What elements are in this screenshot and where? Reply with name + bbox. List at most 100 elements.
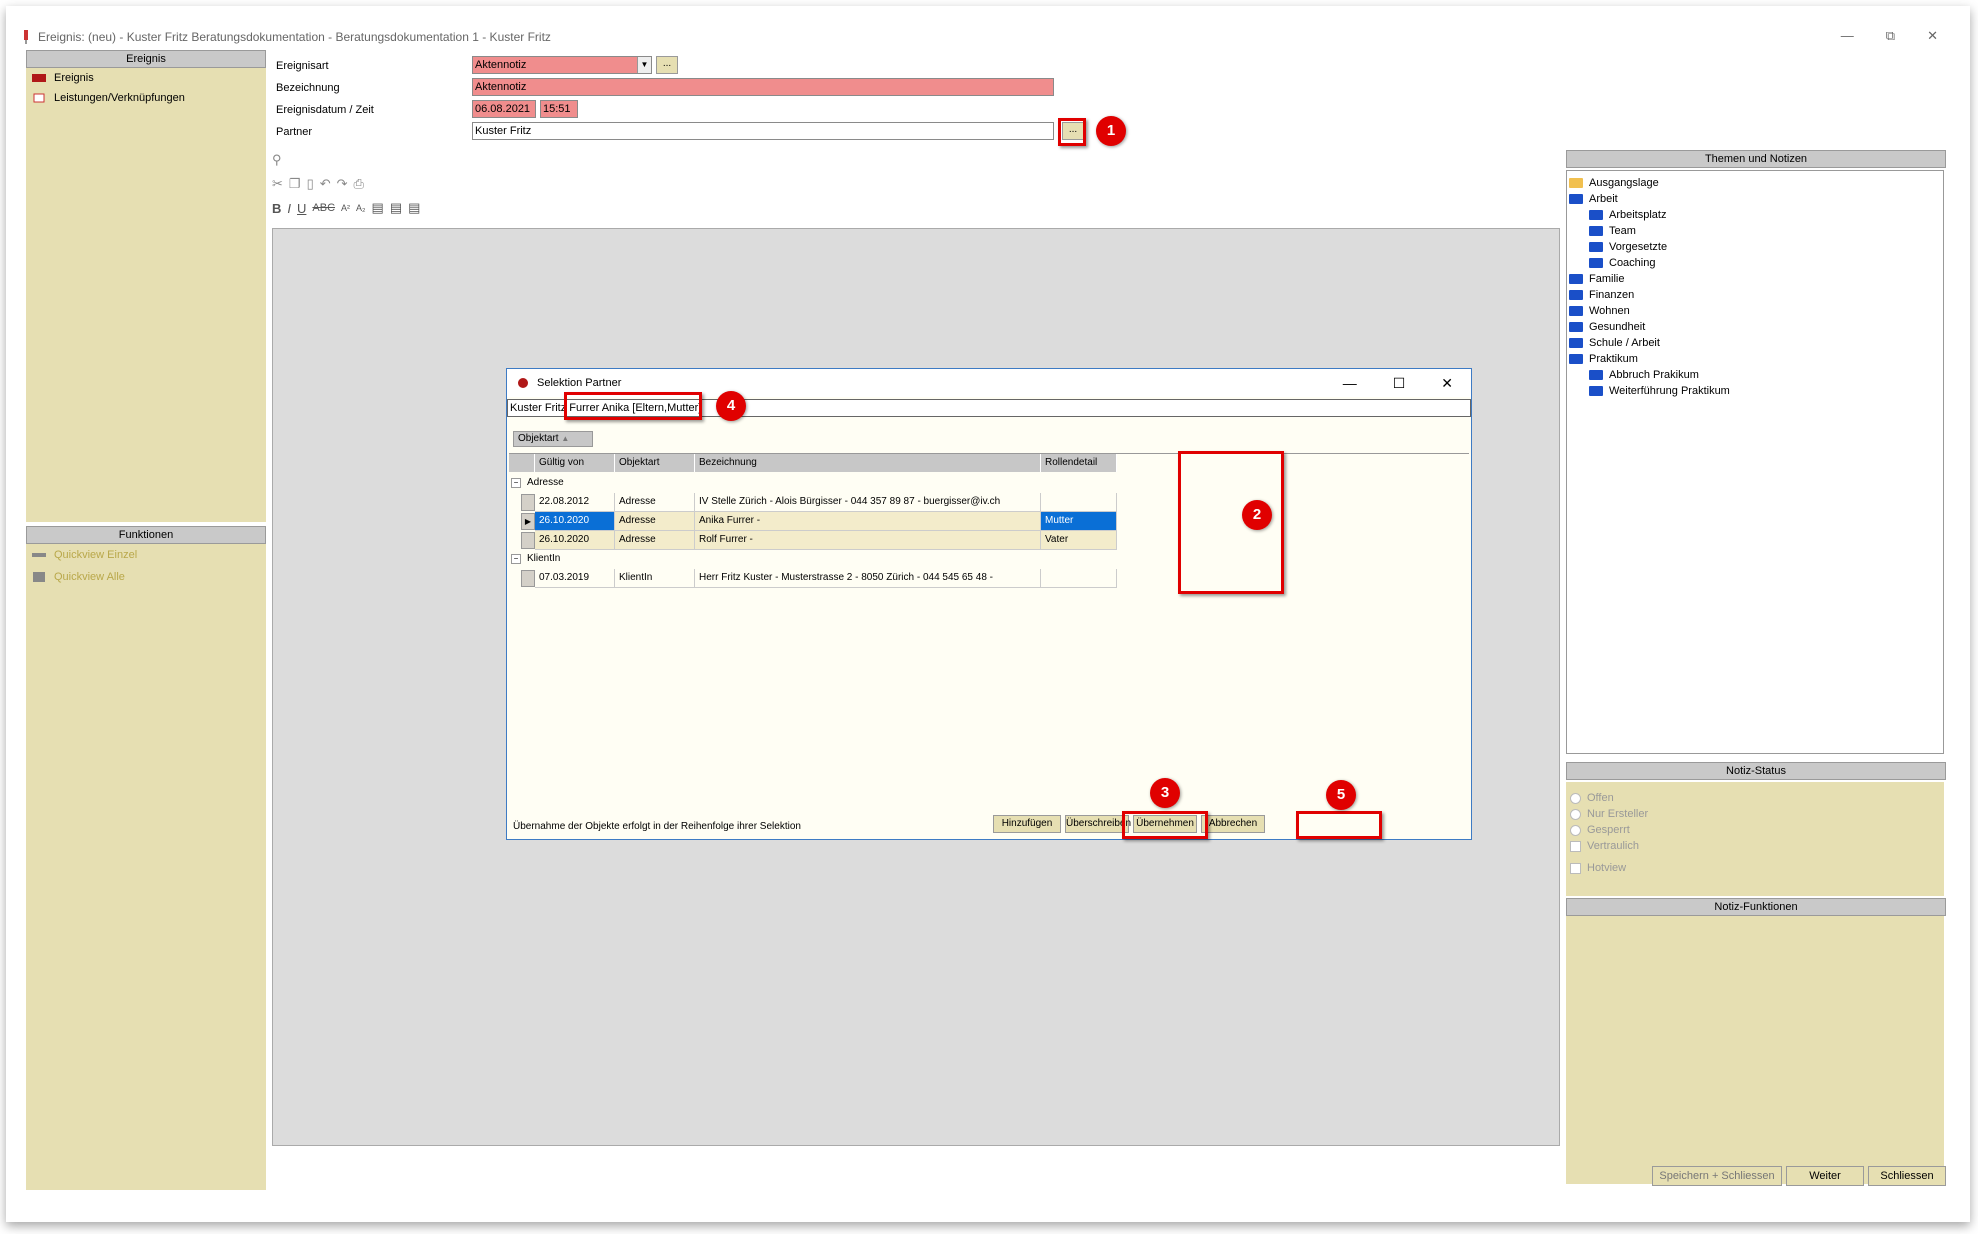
func-label: Quickview Einzel [54,549,138,561]
align-center-icon[interactable]: ▤ [390,200,402,216]
folder-icon [1589,210,1603,220]
group-by-label: Objektart [518,433,559,444]
status-gesperrt[interactable]: Gesperrt [1570,822,1940,838]
radio-icon [1570,808,1581,820]
close-button[interactable]: Schliessen [1868,1166,1946,1186]
overwrite-button[interactable]: Überschreiben [1065,815,1131,833]
ereignis-nav: Ereignis Ereignis Leistungen/Verknüpfung… [26,50,266,522]
group-label: KlientIn [527,553,561,564]
undo-icon[interactable]: ↶ [320,176,331,192]
restore-icon[interactable]: ⧉ [1886,28,1895,44]
dialog-minimize-icon[interactable]: — [1343,375,1357,392]
cell-rolle[interactable]: Vater [1041,531,1117,550]
tree-item[interactable]: Finanzen [1569,287,1941,303]
tree-item[interactable]: Ausgangslage [1569,175,1941,191]
ereignis-icon [32,74,46,82]
table-row[interactable]: 07.03.2019 KlientIn Herr Fritz Kuster - … [509,569,1469,588]
nav-item-ereignis[interactable]: Ereignis [26,68,266,88]
partner-input[interactable]: Kuster Fritz [472,122,1054,140]
superscript-icon[interactable]: A² [341,203,350,213]
subscript-icon[interactable]: A₂ [356,203,366,213]
radio-icon [1570,792,1581,804]
partner-grid: Gültig von Objektart Bezeichnung Rollend… [509,453,1469,819]
quickview-single[interactable]: Quickview Einzel [26,544,266,566]
tree-item[interactable]: Team [1569,223,1941,239]
italic-icon[interactable]: I [287,201,291,216]
group-row-klientin[interactable]: − KlientIn [509,550,560,569]
next-button[interactable]: Weiter [1786,1166,1864,1186]
cut-icon[interactable]: ✂ [272,176,283,192]
tree-item[interactable]: Gesundheit [1569,319,1941,335]
tree-item[interactable]: Praktikum [1569,351,1941,367]
minimize-icon[interactable]: — [1841,28,1854,44]
row-selector[interactable] [521,494,535,511]
group-label: Adresse [527,477,564,488]
tree-item[interactable]: Arbeit [1569,191,1941,207]
quickview-all[interactable]: Quickview Alle [26,566,266,588]
row-selector[interactable] [521,570,535,587]
quickview-icon [32,553,46,557]
tree-item[interactable]: Vorgesetzte [1569,239,1941,255]
close-icon[interactable]: ✕ [1927,28,1938,44]
functions-header: Funktionen [26,526,266,544]
tree-item[interactable]: Schule / Arbeit [1569,335,1941,351]
tree-item-label: Weiterführung Praktikum [1609,385,1730,397]
cell-rolle[interactable]: Mutter [1041,512,1117,531]
dialog-maximize-icon[interactable]: ☐ [1393,375,1406,392]
collapse-icon[interactable]: − [511,554,521,564]
cell-rolle[interactable] [1041,569,1117,588]
print-icon[interactable]: ⎙ [354,176,364,192]
ereignisart-select[interactable]: Aktennotiz ▼ [472,56,652,74]
table-row[interactable]: 22.08.2012 Adresse IV Stelle Zürich - Al… [509,493,1469,512]
align-right-icon[interactable]: ▤ [408,200,420,216]
ereignisart-browse-button[interactable]: ... [656,56,678,74]
paste-icon[interactable]: ▯ [307,176,314,192]
cancel-button[interactable]: Abbrechen [1201,815,1265,833]
group-row-adresse[interactable]: − Adresse [509,474,564,493]
tree-item[interactable]: Familie [1569,271,1941,287]
underline-icon[interactable]: U [297,201,306,216]
datum-input[interactable]: 06.08.2021 [472,100,536,118]
status-vertraulich[interactable]: Vertraulich [1570,838,1940,854]
tree-item[interactable]: Abbruch Prakikum [1569,367,1941,383]
notiz-functions-header: Notiz-Funktionen [1566,898,1946,916]
col-gueltig[interactable]: Gültig von [535,454,615,472]
hotview-checkbox[interactable]: Hotview [1570,860,1940,876]
align-left-icon[interactable]: ▤ [372,200,384,216]
tree-item-label: Abbruch Prakikum [1609,369,1699,381]
add-button[interactable]: Hinzufügen [993,815,1061,833]
datum-label: Ereignisdatum / Zeit [276,104,374,116]
table-row[interactable]: 26.10.2020 Adresse Rolf Furrer - Vater [509,531,1469,550]
tree-item[interactable]: Coaching [1569,255,1941,271]
bezeichnung-input[interactable]: Aktennotiz [472,78,1054,96]
current-row-icon[interactable]: ▶ [521,513,535,530]
status-offen[interactable]: Offen [1570,790,1940,806]
strikethrough-icon[interactable]: ABC [312,202,335,214]
group-by-objektart[interactable]: Objektart ▲ [513,431,593,447]
table-row-selected[interactable]: ▶ 26.10.2020 Adresse Anika Furrer - Mutt… [509,512,1469,531]
tree-item[interactable]: Arbeitsplatz [1569,207,1941,223]
folder-icon [1569,290,1583,300]
col-rollendetail[interactable]: Rollendetail [1041,454,1117,472]
save-close-button[interactable]: Speichern + Schliessen [1652,1166,1782,1186]
bold-icon[interactable]: B [272,201,281,216]
zeit-input[interactable]: 15:51 [540,100,578,118]
col-objektart[interactable]: Objektart [615,454,695,472]
checkbox-icon [1570,840,1581,852]
step-badge-4: 4 [716,391,746,421]
notiz-functions-panel [1566,916,1944,1184]
chevron-down-icon[interactable]: ▼ [637,57,651,73]
tree-item[interactable]: Wohnen [1569,303,1941,319]
checkbox-label: Hotview [1587,862,1627,874]
row-selector[interactable] [521,532,535,549]
tree-item[interactable]: Weiterführung Praktikum [1569,383,1941,399]
dialog-close-icon[interactable]: ✕ [1441,375,1453,392]
nav-item-leistungen[interactable]: Leistungen/Verknüpfungen [26,88,266,108]
collapse-icon[interactable]: − [511,478,521,488]
cell-rolle[interactable] [1041,493,1117,512]
status-nur-ersteller[interactable]: Nur Ersteller [1570,806,1940,822]
redo-icon[interactable]: ↷ [337,176,348,192]
col-bezeichnung[interactable]: Bezeichnung [695,454,1041,472]
copy-icon[interactable]: ❐ [289,176,301,192]
spellcheck-icon[interactable]: ⚲ [272,152,282,168]
